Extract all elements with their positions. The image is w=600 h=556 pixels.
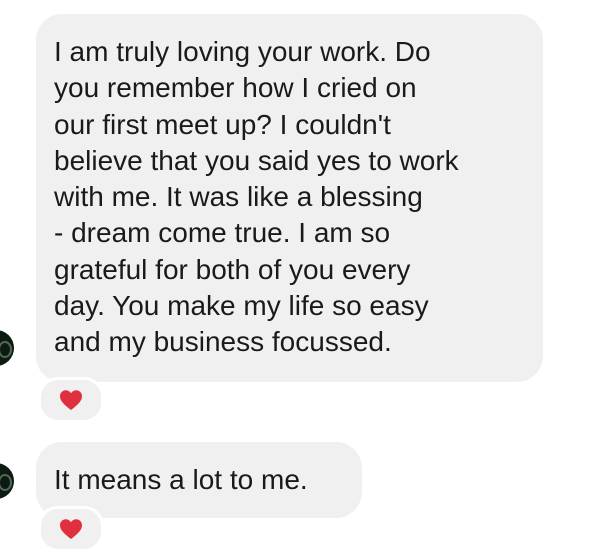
sender-avatar[interactable] xyxy=(0,463,14,499)
heart-icon xyxy=(60,390,82,410)
reaction-badge[interactable] xyxy=(38,377,104,423)
message-line: with me. It was like a blessing xyxy=(54,181,423,213)
message-line: It means a lot to me. xyxy=(54,464,308,495)
message-line: you remember how I cried on xyxy=(54,72,417,104)
message-line: grateful for both of you every xyxy=(54,253,411,285)
message-line: believe that you said yes to work xyxy=(54,144,459,176)
heart-icon xyxy=(60,519,82,539)
message-bubble[interactable]: I am truly loving your work. Do you reme… xyxy=(36,14,543,382)
message-line: our first meet up? I couldn't xyxy=(54,108,391,140)
reaction-badge[interactable] xyxy=(38,506,104,552)
message-line: - dream come true. I am so xyxy=(54,217,391,249)
message-line: and my business focussed. xyxy=(54,326,392,358)
sender-avatar[interactable] xyxy=(0,330,14,366)
message-line: I am truly loving your work. Do xyxy=(54,36,431,67)
message-line: day. You make my life so easy xyxy=(54,290,429,322)
